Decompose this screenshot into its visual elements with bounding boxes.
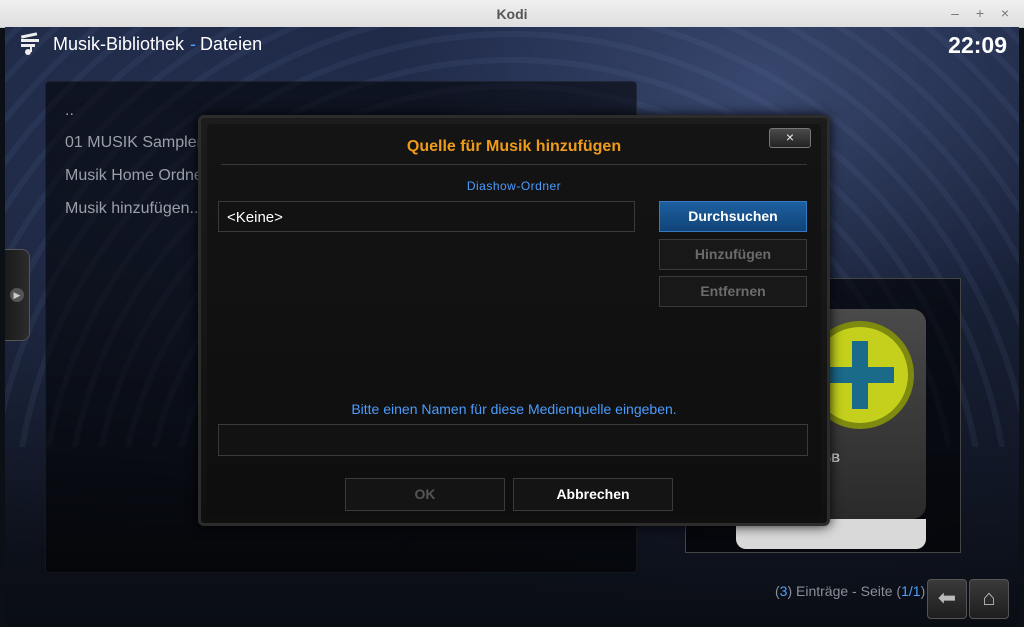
home-button[interactable]: ⌂ [969, 579, 1009, 619]
item-count: (3) Einträge - Seite (1/1) [775, 583, 925, 599]
minimize-button[interactable]: – [946, 4, 964, 22]
dialog-close-button[interactable]: × [769, 128, 811, 148]
window-close-button[interactable]: × [996, 4, 1014, 22]
window-titlebar: Kodi – + × [0, 0, 1024, 28]
list-item[interactable]: Musik Home Ordner [65, 167, 208, 185]
entries-text: ) Einträge - Seite ( [787, 583, 902, 599]
maximize-button[interactable]: + [971, 4, 989, 22]
browse-button[interactable]: Durchsuchen [659, 201, 807, 232]
add-source-dialog: Quelle für Musik hinzufügen × Diashow-Or… [198, 115, 830, 526]
clock: 22:09 [948, 32, 1007, 58]
list-item[interactable]: 01 MUSIK Sampler [65, 134, 202, 152]
dialog-title: Quelle für Musik hinzufügen [406, 138, 622, 155]
source-name-field[interactable] [218, 424, 808, 456]
window-title: Kodi [496, 6, 528, 22]
breadcrumb-section: Musik-Bibliothek [53, 34, 185, 54]
page-current: 1 [901, 583, 909, 599]
source-path-field[interactable]: <Keine> [218, 201, 635, 232]
count-close: ) [920, 583, 926, 599]
cancel-button[interactable]: Abbrechen [513, 478, 673, 511]
breadcrumb-page: Dateien [200, 34, 263, 54]
dialog-divider [221, 164, 807, 165]
play-arrow-icon: ▶ [10, 288, 24, 302]
dialog-body: Quelle für Musik hinzufügen × Diashow-Or… [207, 124, 821, 517]
back-button[interactable]: ⬅ [927, 579, 967, 619]
list-item[interactable]: Musik hinzufügen... [65, 200, 203, 218]
add-button[interactable]: Hinzufügen [659, 239, 807, 270]
ok-button[interactable]: OK [345, 478, 505, 511]
back-arrow-icon: ⬅ [937, 585, 957, 610]
music-library-icon [19, 31, 43, 57]
breadcrumb: Musik-Bibliothek - Dateien [53, 34, 262, 55]
side-menu-tab[interactable]: ▶ [5, 249, 30, 341]
dialog-subtitle: Diashow-Ordner [466, 179, 562, 193]
name-prompt: Bitte einen Namen für diese Medienquelle… [351, 401, 677, 417]
list-item[interactable]: .. [65, 102, 74, 120]
breadcrumb-separator: - [190, 34, 197, 54]
remove-button[interactable]: Entfernen [659, 276, 807, 307]
page-total: 1 [912, 583, 921, 599]
home-icon: ⌂ [982, 585, 996, 610]
